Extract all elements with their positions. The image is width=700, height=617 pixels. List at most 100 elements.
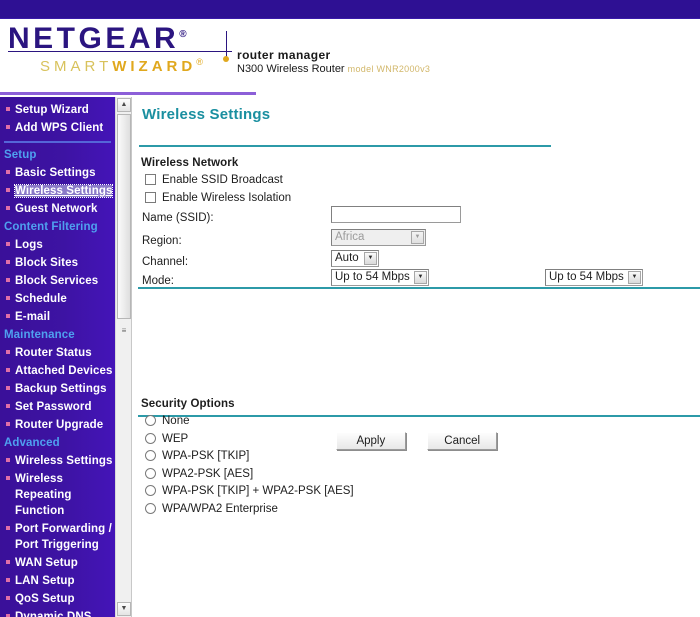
sidebar-item-label: Dynamic DNS: [15, 611, 92, 617]
security-option-label: WPA/WPA2 Enterprise: [162, 502, 278, 515]
sidebar-item-router-upgrade[interactable]: Router Upgrade: [0, 416, 115, 434]
sidebar-item-lan-setup[interactable]: LAN Setup: [0, 572, 115, 590]
radio-circle-icon: [145, 450, 156, 461]
sidebar-item-label: Router Upgrade: [15, 419, 104, 431]
security-option-none[interactable]: None: [145, 414, 190, 428]
mode-select-secondary[interactable]: Up to 54 Mbps ▼: [545, 269, 643, 286]
wizard-registered-mark: ®: [196, 57, 203, 67]
radio-circle-icon: [145, 415, 156, 426]
apply-button[interactable]: Apply: [335, 432, 406, 450]
form-actions: Apply Cancel: [133, 432, 700, 450]
sidebar-item-label: Block Sites: [15, 257, 79, 269]
bullet-icon: [6, 526, 10, 530]
sidebar-item-label: WAN Setup: [15, 557, 78, 569]
security-option-wep[interactable]: WEP: [145, 432, 188, 446]
section-rule-middle: [138, 287, 700, 289]
content-area: Setup Wizard Add WPS Client Setup Basic Set…: [0, 97, 700, 617]
bullet-icon: [6, 350, 10, 354]
scroll-down-arrow-icon[interactable]: ▼: [117, 602, 131, 616]
sidebar-item-basic-settings[interactable]: Basic Settings: [0, 164, 115, 182]
app-header: NETGEAR® SMARTWIZARD® router manager N30…: [0, 0, 700, 95]
sidebar-item-add-wps-client[interactable]: Add WPS Client: [0, 119, 115, 137]
sidebar-item-label: E-mail: [15, 311, 51, 323]
security-option-label: WPA-PSK [TKIP]: [162, 450, 250, 462]
sidebar-item-port-forwarding-port-triggering[interactable]: Port Forwarding / Port Triggering: [0, 520, 115, 554]
sidebar-item-wireless-repeating-function[interactable]: Wireless Repeating Function: [0, 470, 115, 520]
sidebar-item-wireless-settings[interactable]: Wireless Settings: [0, 452, 115, 470]
security-option-wpa-psk-tkip-wpa2-psk-aes-[interactable]: WPA-PSK [TKIP] + WPA2-PSK [AES]: [145, 484, 354, 498]
section-rule-top: [139, 145, 551, 147]
mode-secondary-selected-value: Up to 54 Mbps: [549, 271, 624, 283]
sidebar-item-label: Backup Settings: [15, 383, 107, 395]
sidebar-item-label: Attached Devices: [15, 365, 113, 377]
brand-registered-mark: ®: [179, 29, 187, 40]
sidebar-item-wireless-settings[interactable]: Wireless Settings: [0, 182, 115, 200]
sidebar-item-dynamic-dns[interactable]: Dynamic DNS: [0, 608, 115, 617]
sidebar-item-logs[interactable]: Logs: [0, 236, 115, 254]
sidebar-item-schedule[interactable]: Schedule: [0, 290, 115, 308]
sidebar-group-advanced: Advanced: [4, 437, 60, 449]
chevron-down-icon[interactable]: ▼: [628, 271, 641, 284]
checkbox-box-icon: [145, 174, 156, 185]
sidebar-scrollbar[interactable]: ▲ ≡ ▼: [115, 97, 132, 617]
sidebar-item-label: LAN Setup: [15, 575, 75, 587]
bullet-icon: [6, 386, 10, 390]
chevron-down-icon[interactable]: ▼: [364, 252, 377, 265]
cancel-button[interactable]: Cancel: [427, 432, 498, 450]
bullet-icon: [6, 560, 10, 564]
sidebar-divider: [4, 141, 111, 143]
mode-field-label: Mode:: [142, 275, 174, 287]
security-option-wpa-psk-tkip-[interactable]: WPA-PSK [TKIP]: [145, 449, 249, 463]
sidebar-item-label: Wireless Settings: [13, 184, 114, 198]
page-title: Wireless Settings: [142, 106, 271, 123]
enable-wireless-isolation-checkbox[interactable]: Enable Wireless Isolation: [145, 191, 291, 205]
sidebar-item-router-status[interactable]: Router Status: [0, 344, 115, 362]
sidebar-item-label: Logs: [15, 239, 43, 251]
sidebar-item-label: Port Forwarding / Port Triggering: [15, 523, 112, 551]
bullet-icon: [6, 578, 10, 582]
sidebar-item-block-services[interactable]: Block Services: [0, 272, 115, 290]
enable-wireless-isolation-label: Enable Wireless Isolation: [162, 192, 292, 204]
header-top-band: [0, 0, 700, 19]
sidebar-item-qos-setup[interactable]: QoS Setup: [0, 590, 115, 608]
sidebar-item-label: Schedule: [15, 293, 67, 305]
sidebar-item-e-mail[interactable]: E-mail: [0, 308, 115, 326]
bullet-icon: [6, 404, 10, 408]
sidebar-group-content-filtering: Content Filtering: [4, 221, 98, 233]
sidebar-nav: Setup Wizard Add WPS Client Setup Basic Set…: [0, 97, 115, 617]
region-field-label: Region:: [142, 235, 182, 247]
mode-select[interactable]: Up to 54 Mbps ▼: [331, 269, 429, 286]
security-option-label: WPA2-PSK [AES]: [162, 467, 254, 480]
sidebar-item-set-password[interactable]: Set Password: [0, 398, 115, 416]
bullet-icon: [6, 260, 10, 264]
enable-ssid-broadcast-checkbox[interactable]: Enable SSID Broadcast: [145, 173, 283, 187]
section-rule-bottom: [138, 415, 700, 417]
channel-select[interactable]: Auto ▼: [331, 250, 379, 267]
bullet-icon: [6, 314, 10, 318]
router-manager-tagline: router manager: [237, 48, 331, 62]
channel-selected-value: Auto: [335, 252, 359, 264]
bullet-icon: [6, 170, 10, 174]
sidebar-item-setup-wizard[interactable]: Setup Wizard: [0, 101, 115, 119]
sidebar-item-wan-setup[interactable]: WAN Setup: [0, 554, 115, 572]
region-select: Africa ▼: [331, 229, 426, 246]
bullet-icon: [6, 242, 10, 246]
security-option-wpa2-psk-aes-[interactable]: WPA2-PSK [AES]: [145, 467, 253, 481]
sidebar-item-backup-settings[interactable]: Backup Settings: [0, 380, 115, 398]
chevron-down-icon[interactable]: ▼: [414, 271, 427, 284]
product-name: N300 Wireless Router: [237, 63, 345, 75]
sidebar-item-attached-devices[interactable]: Attached Devices: [0, 362, 115, 380]
security-option-wpa-wpa2-enterprise[interactable]: WPA/WPA2 Enterprise: [145, 502, 278, 516]
sidebar-item-label: Wireless Settings: [15, 455, 113, 467]
sidebar-group-setup: Setup: [4, 149, 37, 161]
scroll-up-arrow-icon[interactable]: ▲: [117, 98, 131, 112]
bullet-icon: [6, 107, 10, 111]
sidebar-item-block-sites[interactable]: Block Sites: [0, 254, 115, 272]
wizard-text: WIZARD: [112, 58, 197, 75]
sidebar-group-maintenance: Maintenance: [4, 329, 75, 341]
scrollbar-thumb[interactable]: [117, 114, 131, 319]
ssid-input[interactable]: [331, 206, 461, 223]
sidebar-item-guest-network[interactable]: Guest Network: [0, 200, 115, 218]
logo-underline: [8, 51, 232, 52]
bullet-icon: [6, 296, 10, 300]
